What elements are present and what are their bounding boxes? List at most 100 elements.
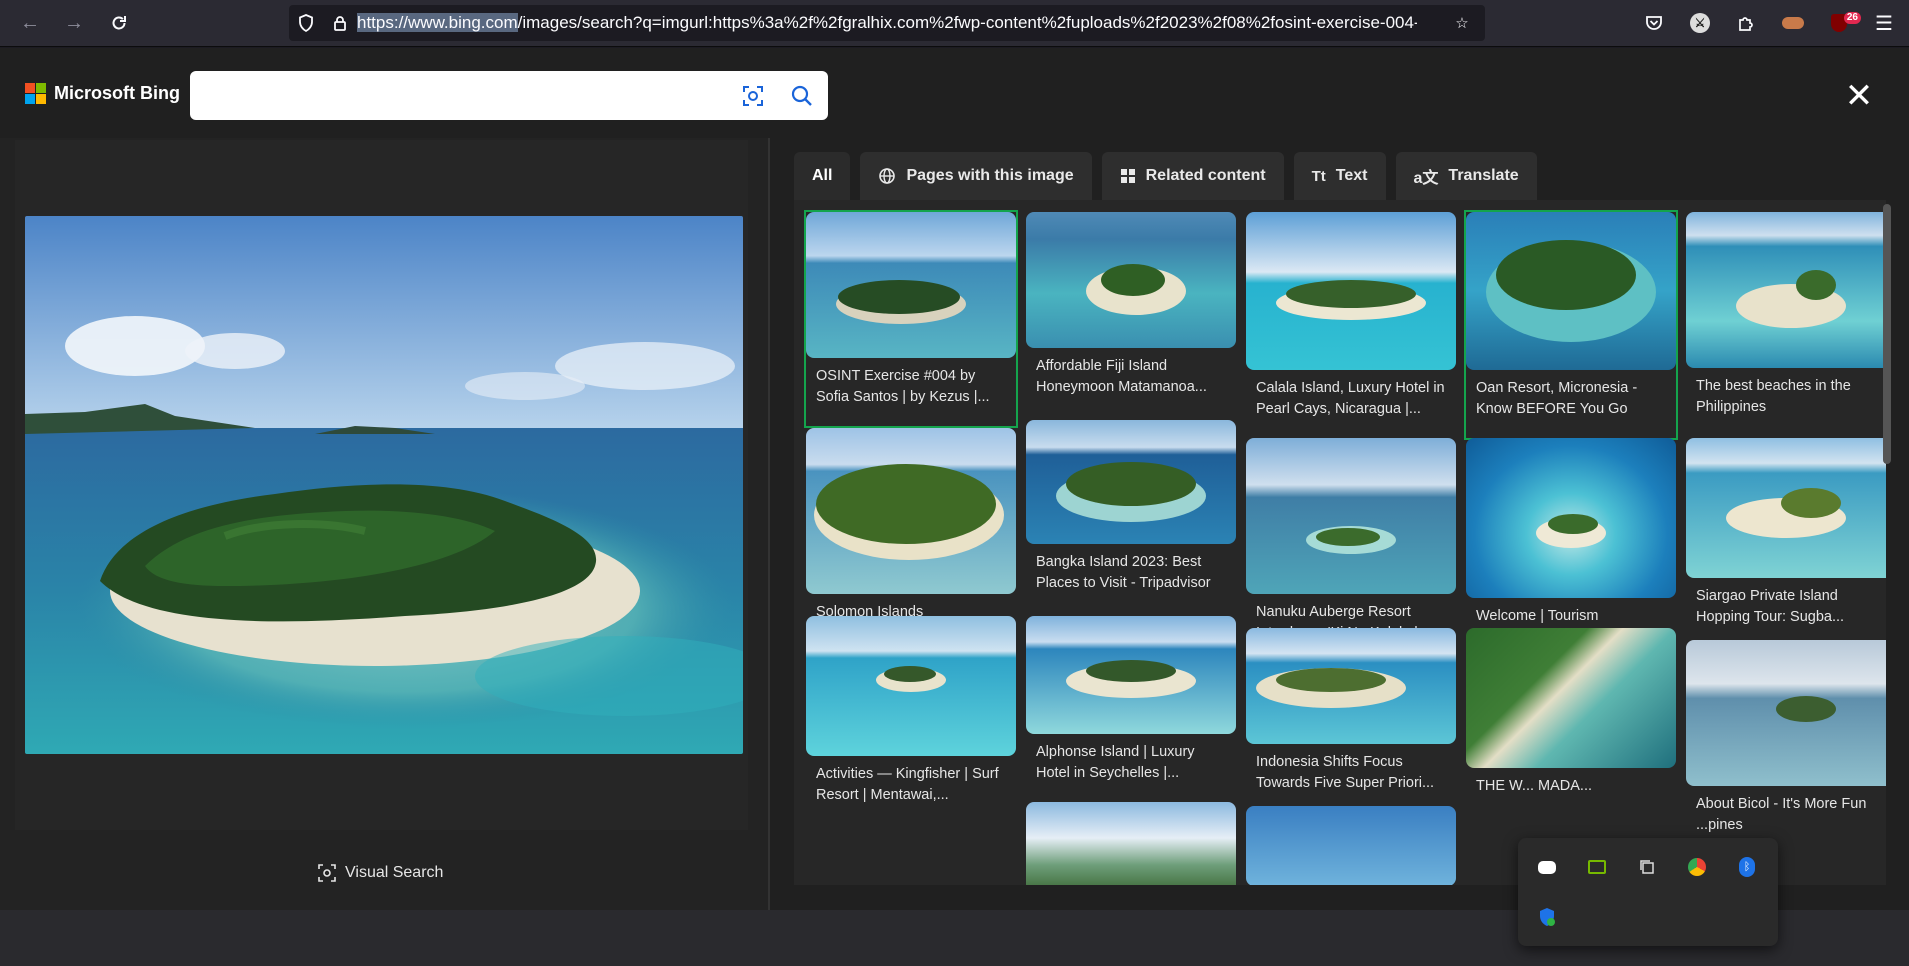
result-card[interactable]: THE W... MADA... <box>1466 628 1676 818</box>
search-box[interactable] <box>190 71 828 120</box>
tab-pages-with-image[interactable]: Pages with this image <box>860 152 1092 200</box>
result-thumbnail <box>1246 806 1456 885</box>
result-card[interactable]: Solomon Islands Government Portal -... <box>806 428 1016 644</box>
result-thumbnail <box>1686 212 1886 368</box>
result-card[interactable]: Indonesia Shifts Focus Towards Five Supe… <box>1246 628 1456 794</box>
result-thumbnail <box>1466 628 1676 768</box>
result-card[interactable]: Nanuku Auberge Resort Introduces 'Ki Na … <box>1246 438 1456 644</box>
visual-search-button[interactable]: Visual Search <box>317 863 443 883</box>
tab-translate[interactable]: a文 Translate <box>1395 152 1537 200</box>
result-thumbnail <box>1686 640 1886 786</box>
result-thumbnail <box>806 616 1016 756</box>
result-card[interactable]: Oan Resort, Micronesia - Know BEFORE You… <box>1464 210 1678 440</box>
result-caption: About Bicol - It's More Fun ...pines <box>1696 796 1867 833</box>
tab-label: Related content <box>1145 167 1266 184</box>
result-card[interactable]: Siargao Private Island Hopping Tour: Sug… <box>1686 438 1886 628</box>
menu-hamburger-icon[interactable]: ☰ <box>1868 7 1900 39</box>
bluetooth-icon[interactable]: ᛒ <box>1732 852 1762 882</box>
discord-icon[interactable] <box>1532 852 1562 882</box>
results-scrollbar[interactable] <box>1883 204 1891 464</box>
result-thumbnail <box>1026 802 1236 885</box>
result-caption: Siargao Private Island Hopping Tour: Sug… <box>1696 588 1845 625</box>
result-caption: The best beaches in the Philippines <box>1696 378 1851 415</box>
url-text[interactable]: https://www.bing.com/images/search?q=img… <box>357 13 1417 33</box>
result-card[interactable]: Calala Island, Luxury Hotel in Pearl Cay… <box>1246 212 1456 420</box>
tracking-shield-icon[interactable] <box>289 5 323 41</box>
preview-image[interactable] <box>25 216 743 754</box>
result-card[interactable]: The best beaches in the Philippines <box>1686 212 1886 418</box>
ublock-icon[interactable]: 26 <box>1823 7 1861 39</box>
tab-label: Pages with this image <box>906 167 1074 184</box>
tab-all[interactable]: All <box>794 152 851 200</box>
result-caption: Calala Island, Luxury Hotel in Pearl Cay… <box>1256 380 1445 417</box>
search-icon[interactable] <box>789 83 815 109</box>
tab-text[interactable]: Tt Text <box>1293 152 1386 200</box>
result-thumbnail <box>806 428 1016 594</box>
result-thumbnail <box>1686 438 1886 578</box>
result-card[interactable]: Activities — Kingfisher | Surf Resort | … <box>806 616 1016 806</box>
bing-header: Microsoft Bing ✕ <box>0 48 1909 138</box>
result-thumbnail <box>1246 212 1456 370</box>
result-card[interactable]: OSINT Exercise #004 by Sofia Santos | by… <box>804 210 1018 428</box>
result-card[interactable]: Bangka Island 2023: Best Places to Visit… <box>1026 420 1236 594</box>
extension-badge: 26 <box>1843 12 1861 24</box>
result-card[interactable]: Welcome | Tourism Solomons <box>1466 438 1676 648</box>
forward-icon[interactable]: → <box>58 7 90 39</box>
mask-extension-icon[interactable] <box>1777 7 1809 39</box>
chrome-icon[interactable] <box>1682 852 1712 882</box>
result-thumbnail <box>1026 212 1236 348</box>
left-pane: Visual Search <box>0 138 768 910</box>
right-pane: All Pages with this image Related conten… <box>770 138 1909 910</box>
system-tray-popup: ᛒ <box>1518 838 1778 946</box>
result-caption: Alphonse Island | Luxury Hotel in Seyche… <box>1036 744 1195 781</box>
browser-toolbar: ← → https://www.bing.com/images/search?q… <box>0 0 1909 47</box>
result-card[interactable]: Affordable Fiji Island Honeymoon Mataman… <box>1026 212 1236 398</box>
extensions-puzzle-icon[interactable] <box>1730 7 1762 39</box>
bookmark-star-icon[interactable]: ☆ <box>1445 5 1479 41</box>
result-caption: Indonesia Shifts Focus Towards Five Supe… <box>1256 754 1435 791</box>
result-card[interactable]: Alphonse Island | Luxury Hotel in Seyche… <box>1026 616 1236 784</box>
result-card[interactable]: About Bicol - It's More Fun ...pines <box>1686 640 1886 836</box>
logo-text: Microsoft Bing <box>54 83 180 103</box>
main-content: Visual Search All Pages with this image … <box>0 138 1909 910</box>
text-icon: Tt <box>1311 167 1326 185</box>
search-input[interactable] <box>204 81 724 109</box>
extension-avatar-icon[interactable]: ⚔ <box>1684 7 1716 39</box>
reload-icon[interactable] <box>103 7 135 39</box>
url-bar[interactable]: https://www.bing.com/images/search?q=img… <box>289 5 1485 41</box>
url-path: /images/search?q=imgurl:https%3a%2f%2fgr… <box>517 13 1417 32</box>
close-icon[interactable]: ✕ <box>1841 78 1877 114</box>
tab-label: All <box>812 167 833 184</box>
result-caption: Affordable Fiji Island Honeymoon Mataman… <box>1036 358 1207 395</box>
copy-icon[interactable] <box>1632 852 1662 882</box>
visual-search-camera-icon[interactable] <box>740 83 766 109</box>
translate-icon: a文 <box>1413 170 1439 187</box>
pocket-icon[interactable] <box>1638 7 1670 39</box>
visual-search-icon <box>318 864 336 882</box>
tab-related-content[interactable]: Related content <box>1101 152 1284 200</box>
bing-logo[interactable]: Microsoft Bing <box>25 83 180 104</box>
result-tabs: All Pages with this image Related conten… <box>794 152 1537 200</box>
results-grid: OSINT Exercise #004 by Sofia Santos | by… <box>794 200 1886 885</box>
result-thumbnail <box>1026 616 1236 734</box>
result-card[interactable] <box>1246 806 1456 885</box>
visual-search-label: Visual Search <box>345 864 444 881</box>
lock-icon[interactable] <box>323 5 357 41</box>
defender-icon[interactable] <box>1532 902 1562 932</box>
result-caption: Activities — Kingfisher | Surf Resort | … <box>816 766 999 803</box>
result-caption: Oan Resort, Micronesia - Know BEFORE You… <box>1476 380 1638 417</box>
image-preview-panel <box>15 140 748 830</box>
result-thumbnail <box>806 212 1016 358</box>
result-caption: THE W... MADA... <box>1476 778 1593 794</box>
url-host: https://www.bing.com <box>357 13 518 32</box>
result-thumbnail <box>1466 212 1676 370</box>
tab-label: Translate <box>1448 167 1519 184</box>
back-icon[interactable]: ← <box>14 7 46 39</box>
tab-label: Text <box>1335 167 1368 184</box>
result-thumbnail <box>1026 420 1236 544</box>
grid-icon <box>1120 169 1135 183</box>
microsoft-logo-icon <box>25 83 46 104</box>
nvidia-icon[interactable] <box>1582 852 1612 882</box>
result-caption: Bangka Island 2023: Best Places to Visit… <box>1036 554 1211 591</box>
result-card[interactable] <box>1026 802 1236 885</box>
